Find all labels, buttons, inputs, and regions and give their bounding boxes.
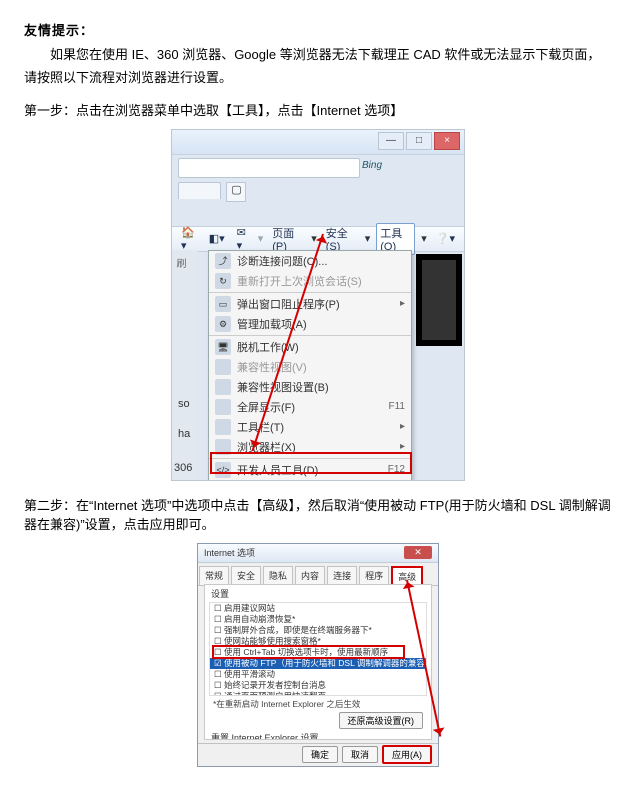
step-2: 第二步：在“Internet 选项”中选项中点击【高级】，然后取消“使用被动 F… [24, 495, 612, 533]
browser-tab[interactable] [178, 182, 221, 199]
menu-label: 重新打开上次浏览会话(S) [237, 273, 362, 289]
option-row[interactable]: ☐ 使用平滑滚动 [210, 669, 426, 680]
submenu-arrow-icon: ▸ [400, 421, 405, 432]
new-tab-icon[interactable]: ▢ [226, 182, 246, 202]
dialog-tab[interactable]: 程序 [359, 566, 389, 585]
settings-label: 设置 [205, 585, 431, 602]
side-text-4: 306 [174, 462, 192, 474]
menu-item[interactable]: 🖥 脱机工作(W) [209, 337, 411, 357]
thumbnail-preview [416, 254, 462, 346]
side-text-2: so [178, 398, 190, 410]
option-row[interactable]: ☐ 启用自动崩溃恢复* [210, 614, 426, 625]
hint-body: 如果您在使用 IE、360 浏览器、Google 等浏览器无法下载理正 CAD … [24, 43, 612, 90]
option-row[interactable]: ☐ 始终记录开发者控制台消息 [210, 680, 426, 691]
screenshot-ie-tools-menu: — □ × Bing ▢ 🏠▾ ◧▾ ✉▾ ▾ 页面(P)▾ 安全(S)▾ 工具… [171, 129, 465, 481]
menu-icon [215, 419, 231, 435]
dialog-body: 设置 ☐ 启用建议网站☐ 启用自动崩溃恢复*☐ 强制屏外合成，即使是在终端服务器… [204, 584, 432, 740]
menu-icon: ⤴ [215, 253, 231, 269]
option-row[interactable]: ☐ 强制屏外合成，即使是在终端服务器下* [210, 625, 426, 636]
dialog-close-button[interactable]: ✕ [404, 546, 432, 559]
menu-label: 兼容性视图设置(B) [237, 379, 329, 395]
option-row[interactable]: ☑ 使用被动 FTP（用于防火墙和 DSL 调制解调器的兼容） [210, 658, 426, 669]
menu-icon [215, 359, 231, 375]
menu-item[interactable]: 兼容性视图设置(B) [209, 377, 411, 397]
submenu-arrow-icon: ▸ [400, 298, 405, 309]
menu-label: 弹出窗口阻止程序(P) [237, 296, 340, 312]
tab-strip: ▢ [178, 182, 458, 202]
dialog-footer: 确定 取消 应用(A) [198, 743, 438, 766]
menu-icon: 🖥 [215, 339, 231, 355]
highlight-passive-ftp [212, 645, 405, 659]
window-titlebar: — □ × [172, 130, 464, 155]
feeds-icon[interactable]: ◧▾ [206, 231, 228, 246]
menu-item[interactable]: ▭ 弹出窗口阻止程序(P) ▸ [209, 294, 411, 314]
home-icon[interactable]: 🏠▾ [178, 225, 200, 253]
cancel-button[interactable]: 取消 [342, 746, 378, 763]
dialog-tab[interactable]: 常规 [199, 566, 229, 585]
menu-label: 脱机工作(W) [237, 339, 299, 355]
reset-section-title: 重置 Internet Explorer 设置 [205, 729, 431, 740]
menu-item[interactable]: 兼容性视图(V) [209, 357, 411, 377]
sidebar: 刷 so ha 306 [172, 250, 198, 480]
side-text: 刷 [172, 258, 187, 268]
dialog-tab[interactable]: 连接 [327, 566, 357, 585]
menu-item[interactable]: 全屏显示(F)F11 [209, 397, 411, 417]
highlight-internet-options [210, 452, 412, 474]
dialog-tab[interactable]: 内容 [295, 566, 325, 585]
window-max-button[interactable]: □ [406, 132, 432, 150]
side-text-3: ha [178, 428, 190, 440]
restore-advanced-button[interactable]: 还原高级设置(R) [339, 712, 424, 729]
window-min-button[interactable]: — [378, 132, 404, 150]
dialog-tab[interactable]: 安全 [231, 566, 261, 585]
apply-button[interactable]: 应用(A) [382, 745, 432, 764]
tools-dropdown: ⤴诊断连接问题(C)...↻重新打开上次浏览会话(S)▭弹出窗口阻止程序(P)▸… [208, 250, 412, 481]
dialog-tab[interactable]: 隐私 [263, 566, 293, 585]
option-row[interactable]: ☐ 启用建议网站 [210, 603, 426, 614]
menu-icon: ↻ [215, 273, 231, 289]
mail-icon[interactable]: ✉▾ [234, 225, 252, 253]
menu-label: 兼容性视图(V) [237, 359, 307, 375]
menu-shortcut: F11 [389, 401, 406, 412]
menu-icon: ▭ [215, 296, 231, 312]
submenu-arrow-icon: ▸ [400, 441, 405, 452]
screenshot-internet-options: Internet 选项 ✕ 常规安全隐私内容连接程序高级 设置 ☐ 启用建议网站… [197, 543, 439, 767]
help-icon[interactable]: ❔▾ [433, 231, 458, 246]
dialog-title: Internet 选项 [204, 546, 255, 559]
step-1: 第一步：点击在浏览器菜单中选取【工具】，点击【Internet 选项】 [24, 100, 612, 119]
menu-icon [215, 399, 231, 415]
menu-icon: ⚙ [215, 316, 231, 332]
menu-icon [215, 379, 231, 395]
restart-note: *在重新启动 Internet Explorer 之后生效 [205, 696, 431, 712]
separator: ▾ [258, 232, 264, 245]
ok-button[interactable]: 确定 [302, 746, 338, 763]
window-close-button[interactable]: × [434, 132, 460, 150]
menu-item[interactable]: 工具栏(T)▸ [209, 417, 411, 437]
menu-item[interactable]: ⚙管理加载项(A) [209, 314, 411, 334]
dialog-titlebar: Internet 选项 ✕ [198, 544, 438, 563]
hint-title: 友情提示： [24, 20, 612, 39]
search-input[interactable] [178, 158, 360, 178]
bing-logo: Bing [362, 160, 382, 171]
